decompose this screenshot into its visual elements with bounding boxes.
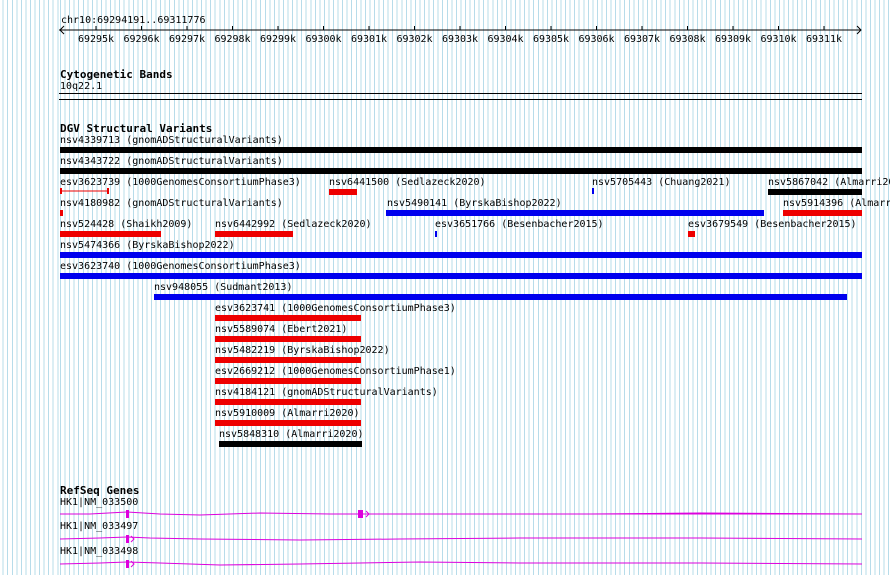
cytoband-bottom-line: [59, 99, 862, 100]
variant-label: nsv6441500 (Sedlazeck2020): [329, 177, 486, 188]
ruler-tick-label: 69308k: [669, 34, 706, 45]
ruler-tick-label: 69305k: [532, 34, 570, 45]
variant-label: nsv5705443 (Chuang2021): [592, 177, 731, 188]
variant-label: nsv5910009 (Almarri2020): [215, 408, 360, 419]
variant-bar-gain[interactable]: [154, 294, 847, 300]
dgv-track-title[interactable]: DGV Structural Variants: [60, 122, 212, 135]
variant-label: nsv5848310 (Almarri2020): [219, 429, 364, 440]
variant-label: nsv948055 (Sudmant2013): [154, 282, 293, 293]
variant-bar-gain[interactable]: [60, 273, 862, 279]
ruler-tick-label: 69297k: [168, 34, 206, 45]
ruler-tick-label: 69295k: [77, 34, 115, 45]
ruler-tick-label: 69306k: [578, 34, 615, 45]
variant-label: nsv5474366 (ByrskaBishop2022): [60, 240, 235, 251]
variant-label: nsv4339713 (gnomADStructuralVariants): [60, 135, 283, 146]
variant-label: nsv5914396 (Almarri2020): [783, 198, 890, 209]
variant-bar-loss-split[interactable]: [60, 188, 110, 194]
variant-label: esv2669212 (1000GenomesConsortiumPhase1): [215, 366, 456, 377]
variant-label: nsv4184121 (gnomADStructuralVariants): [215, 387, 438, 398]
variant-bar-loss[interactable]: [329, 189, 357, 195]
variant-label: nsv4180982 (gnomADStructuralVariants): [60, 198, 283, 209]
ruler-tick-label: 69298k: [214, 34, 251, 45]
variant-label: nsv5867042 (Almarri2020): [768, 177, 890, 188]
variant-bar-gain[interactable]: [386, 210, 764, 216]
ruler-tick-label: 69296k: [123, 34, 160, 45]
variant-label: nsv5482219 (ByrskaBishop2022): [215, 345, 390, 356]
gene-model[interactable]: [0, 532, 890, 546]
variant-bar-complex[interactable]: [768, 189, 862, 195]
variant-bar-loss[interactable]: [215, 336, 361, 342]
variant-label: nsv6442992 (Sedlazeck2020): [215, 219, 372, 230]
variant-label: nsv524428 (Shaikh2009): [60, 219, 193, 230]
cytoband-label: 10q22.1: [60, 81, 103, 92]
variant-bar-complex[interactable]: [219, 441, 362, 447]
ruler-tick-label: 69310k: [760, 34, 797, 45]
variant-bar-complex[interactable]: [60, 147, 862, 153]
variant-bar-gain[interactable]: [592, 188, 594, 194]
variant-bar-loss[interactable]: [215, 357, 361, 363]
variant-label: nsv4343722 (gnomADStructuralVariants): [60, 156, 283, 167]
variant-bar-loss[interactable]: [215, 378, 361, 384]
cytoband-top-line: [59, 93, 862, 94]
variant-bar-loss[interactable]: [215, 399, 361, 405]
gene-model[interactable]: [0, 557, 890, 571]
ruler-tick-label: 69299k: [259, 34, 297, 45]
variant-label: nsv5589074 (Ebert2021): [215, 324, 348, 335]
variant-label: esv3679549 (Besenbacher2015): [688, 219, 857, 230]
variant-label: esv3651766 (Besenbacher2015): [435, 219, 604, 230]
variant-bar-loss[interactable]: [60, 231, 161, 237]
variant-bar-loss[interactable]: [215, 420, 361, 426]
variant-bar-gain[interactable]: [435, 231, 437, 237]
ruler-tick-label: 69302k: [396, 34, 433, 45]
ruler-tick-label: 69309k: [714, 34, 752, 45]
variant-bar-loss[interactable]: [215, 315, 361, 321]
variant-bar-gain[interactable]: [60, 252, 862, 258]
cytoband-track-title[interactable]: Cytogenetic Bands: [60, 68, 173, 81]
variant-label: nsv5490141 (ByrskaBishop2022): [387, 198, 562, 209]
gene-model[interactable]: [0, 507, 890, 521]
variant-label: esv3623740 (1000GenomesConsortiumPhase3): [60, 261, 301, 272]
ruler-tick-label: 69300k: [305, 34, 342, 45]
ruler-tick-label: 69304k: [487, 34, 524, 45]
ruler-tick-label: 69311k: [805, 34, 843, 45]
ruler-tick-label: 69303k: [441, 34, 479, 45]
variant-bar-loss[interactable]: [688, 231, 695, 237]
ruler-tick-label: 69301k: [350, 34, 388, 45]
variant-bar-loss[interactable]: [783, 210, 862, 216]
variant-label: esv3623741 (1000GenomesConsortiumPhase3): [215, 303, 456, 314]
ruler-tick-label: 69307k: [623, 34, 661, 45]
variant-bar-loss[interactable]: [215, 231, 293, 237]
refseq-track-title[interactable]: RefSeq Genes: [60, 484, 139, 497]
variant-bar-loss[interactable]: [60, 210, 63, 216]
variant-bar-complex[interactable]: [60, 168, 862, 174]
